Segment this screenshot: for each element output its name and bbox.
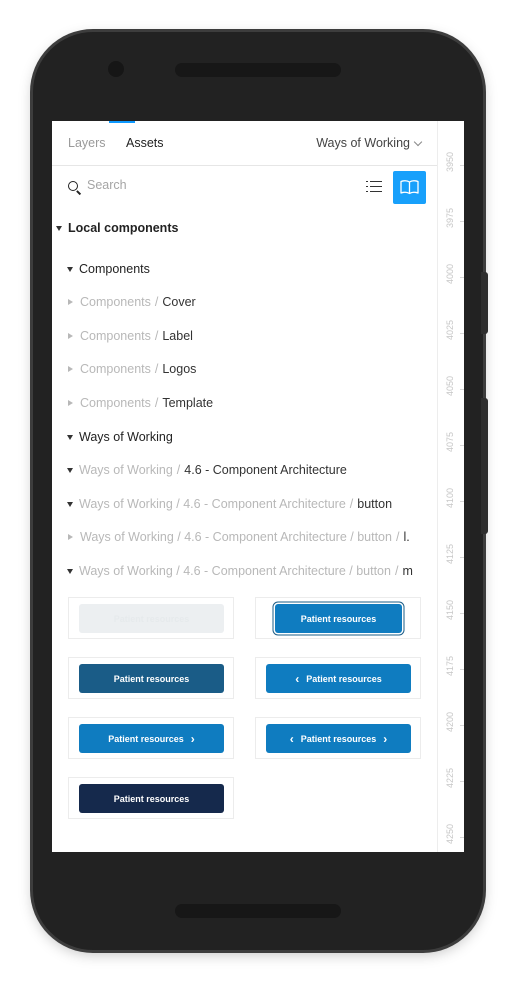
tree-ways-of-working[interactable]: Ways of Working xyxy=(67,427,452,447)
tree-button[interactable]: Ways of Working / 4.6 - Component Archit… xyxy=(67,494,452,514)
tree-components-template[interactable]: Components / Template xyxy=(67,393,452,413)
chevron-right-icon: › xyxy=(190,731,195,746)
caret-right-icon xyxy=(68,534,73,540)
panel-header: Layers Assets Ways of Working xyxy=(52,121,437,166)
ruler-label: 4225 xyxy=(445,767,455,789)
ruler-tick xyxy=(460,837,464,838)
power-button xyxy=(481,398,488,534)
caret-down-icon xyxy=(67,434,73,440)
ruler-label: 4100 xyxy=(445,487,455,509)
speaker-grill xyxy=(175,63,341,77)
ruler-tick xyxy=(460,725,464,726)
ruler-label: 3975 xyxy=(445,207,455,229)
search-icon xyxy=(68,181,78,191)
ruler-tick xyxy=(460,221,464,222)
chevron-left-icon: ‹ xyxy=(295,671,300,686)
ruler-tick xyxy=(460,333,464,334)
patient-resources-button-disabled: Patient resources xyxy=(79,604,224,633)
patient-resources-button-hover: Patient resources xyxy=(79,664,224,693)
bottom-speaker xyxy=(175,904,341,918)
tab-assets[interactable]: Assets xyxy=(126,136,164,150)
vertical-ruler: 3950 3975 4000 4025 4050 4075 4100 4125 … xyxy=(437,121,464,852)
patient-resources-button-pressed: Patient resources xyxy=(79,784,224,813)
ruler-label: 4075 xyxy=(445,431,455,453)
page-selector[interactable]: Ways of Working xyxy=(316,136,423,150)
tab-layers[interactable]: Layers xyxy=(68,136,106,150)
ruler-label: 4250 xyxy=(445,823,455,845)
patient-resources-button-icon-right: Patient resources › xyxy=(79,724,224,753)
ruler-tick xyxy=(460,389,464,390)
ruler-tick xyxy=(460,781,464,782)
chevron-left-icon: ‹ xyxy=(289,731,294,746)
chevron-right-icon: › xyxy=(383,731,388,746)
tree-component-architecture[interactable]: Ways of Working/4.6 - Component Architec… xyxy=(67,460,452,480)
ruler-tick xyxy=(460,445,464,446)
volume-button xyxy=(481,272,488,334)
tree-button-m[interactable]: Ways of Working / 4.6 - Component Archit… xyxy=(67,561,452,581)
ruler-label: 4125 xyxy=(445,543,455,565)
search-row xyxy=(52,169,437,207)
caret-right-icon xyxy=(68,366,73,372)
tree-components-logos[interactable]: Components / Logos xyxy=(67,359,452,379)
tree-components[interactable]: Components xyxy=(67,259,452,279)
list-view-icon[interactable] xyxy=(366,180,382,194)
ruler-label: 4050 xyxy=(445,375,455,397)
ruler-tick xyxy=(460,501,464,502)
ruler-label: 3950 xyxy=(445,151,455,173)
ruler-tick xyxy=(460,277,464,278)
tree-components-label[interactable]: Components / Label xyxy=(67,326,452,346)
patient-resources-button-icon-left: ‹ Patient resources xyxy=(266,664,411,693)
ruler-label: 4150 xyxy=(445,599,455,621)
patient-resources-button-focused: Patient resources xyxy=(275,604,402,633)
page-selector-label: Ways of Working xyxy=(316,136,410,150)
library-book-icon xyxy=(400,180,419,195)
caret-down-icon xyxy=(67,501,73,507)
component-thumb-icon-left[interactable]: ‹ Patient resources xyxy=(255,657,421,699)
component-thumb-disabled[interactable]: Patient resources xyxy=(68,597,234,639)
ruler-label: 4200 xyxy=(445,711,455,733)
library-button[interactable] xyxy=(393,171,426,204)
assets-panel: Layers Assets Ways of Working Local comp… xyxy=(52,121,464,852)
ruler-tick xyxy=(460,669,464,670)
component-thumb-hover[interactable]: Patient resources xyxy=(68,657,234,699)
tree-components-cover[interactable]: Components / Cover xyxy=(67,292,452,312)
caret-down-icon xyxy=(67,467,73,473)
ruler-tick xyxy=(460,557,464,558)
ruler-label: 4000 xyxy=(445,263,455,285)
ruler-tick xyxy=(460,613,464,614)
tree-button-l[interactable]: Ways of Working / 4.6 - Component Archit… xyxy=(67,527,452,547)
ruler-label: 4175 xyxy=(445,655,455,677)
ruler-label: 4025 xyxy=(445,319,455,341)
chevron-down-icon xyxy=(413,137,423,146)
component-thumb-icon-right[interactable]: Patient resources › xyxy=(68,717,234,759)
component-thumb-focused[interactable]: Patient resources xyxy=(255,597,421,639)
component-thumb-icon-both[interactable]: ‹ Patient resources › xyxy=(255,717,421,759)
component-thumb-pressed[interactable]: Patient resources xyxy=(68,777,234,819)
caret-down-icon xyxy=(67,568,73,574)
caret-right-icon xyxy=(68,299,73,305)
search-input[interactable] xyxy=(87,178,287,192)
caret-right-icon xyxy=(68,333,73,339)
caret-down-icon xyxy=(56,225,62,231)
caret-right-icon xyxy=(68,400,73,406)
caret-down-icon xyxy=(67,266,73,272)
front-camera xyxy=(108,61,124,77)
ruler-tick xyxy=(460,165,464,166)
tree-local-components[interactable]: Local components xyxy=(56,218,441,238)
patient-resources-button-icon-both: ‹ Patient resources › xyxy=(266,724,411,753)
